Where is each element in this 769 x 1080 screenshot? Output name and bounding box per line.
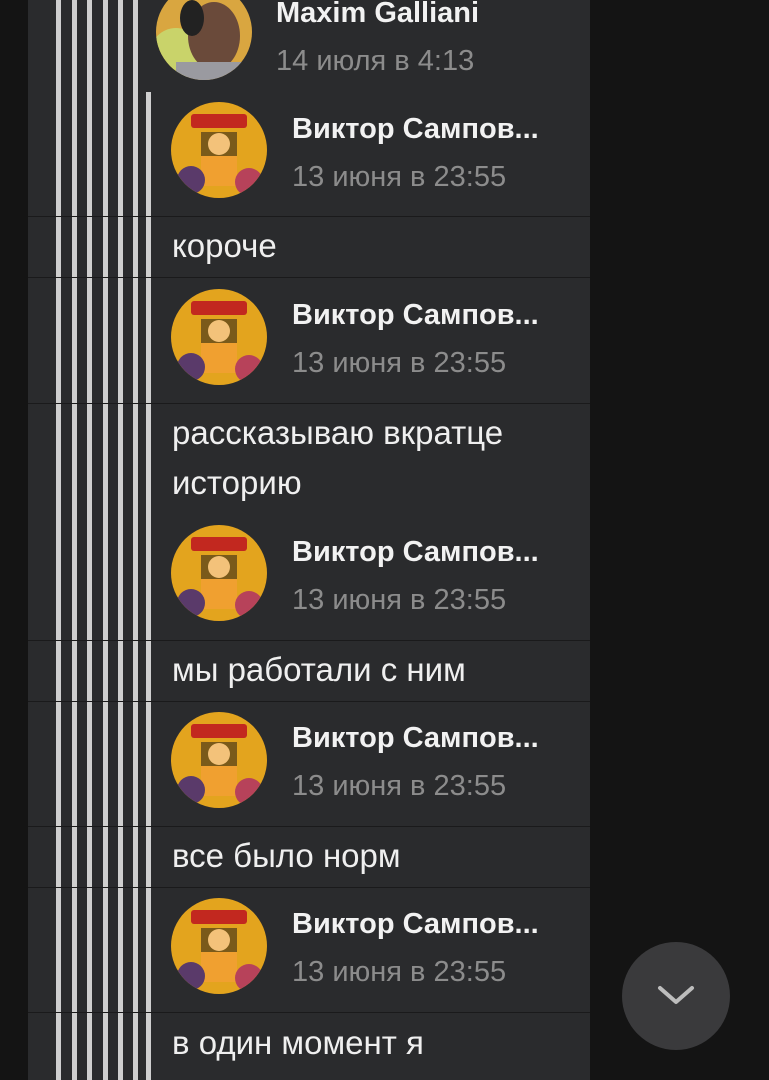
thread-rail <box>133 0 138 1080</box>
thread-rail <box>103 0 108 1080</box>
comment-author[interactable]: Maxim Galliani <box>276 0 548 30</box>
comment-author[interactable]: Виктор Сампов... <box>292 535 564 569</box>
thread-rail <box>87 0 92 1080</box>
comment-text: рассказываю вкратце историю <box>172 414 504 501</box>
comment-date: 13 июня в 23:55 <box>292 584 507 616</box>
avatar[interactable] <box>171 289 267 385</box>
comment-text: короче <box>172 227 277 264</box>
thread-rail <box>118 0 123 1080</box>
comment-author[interactable]: Виктор Сампов... <box>292 112 564 146</box>
avatar[interactable] <box>171 898 267 994</box>
divider <box>28 640 590 641</box>
divider <box>28 826 590 827</box>
thread-rail <box>72 0 77 1080</box>
comment-text: все было норм <box>172 837 401 874</box>
divider <box>28 1012 590 1013</box>
comment-date: 13 июня в 23:55 <box>292 161 507 193</box>
divider <box>28 701 590 702</box>
chevron-down-icon <box>658 986 694 1004</box>
thread-rail <box>146 92 151 1080</box>
divider <box>28 403 590 404</box>
scroll-down-button[interactable] <box>622 942 730 1050</box>
divider <box>28 216 590 217</box>
comment-text: в один момент я <box>172 1024 424 1061</box>
avatar[interactable] <box>171 712 267 808</box>
avatar[interactable] <box>171 525 267 621</box>
avatar[interactable] <box>171 102 267 198</box>
comment-date: 14 июля в 4:13 <box>276 45 475 77</box>
comment-date: 13 июня в 23:55 <box>292 347 507 379</box>
comment-author[interactable]: Виктор Сампов... <box>292 298 564 332</box>
comment-text: мы работали с ним <box>172 651 466 688</box>
comment-author[interactable]: Виктор Сампов... <box>292 721 564 755</box>
divider <box>28 277 590 278</box>
comment-author[interactable]: Виктор Сампов... <box>292 907 564 941</box>
comment-date: 13 июня в 23:55 <box>292 770 507 802</box>
comment-date: 13 июня в 23:55 <box>292 956 507 988</box>
thread-rail <box>56 0 61 1080</box>
divider <box>28 887 590 888</box>
